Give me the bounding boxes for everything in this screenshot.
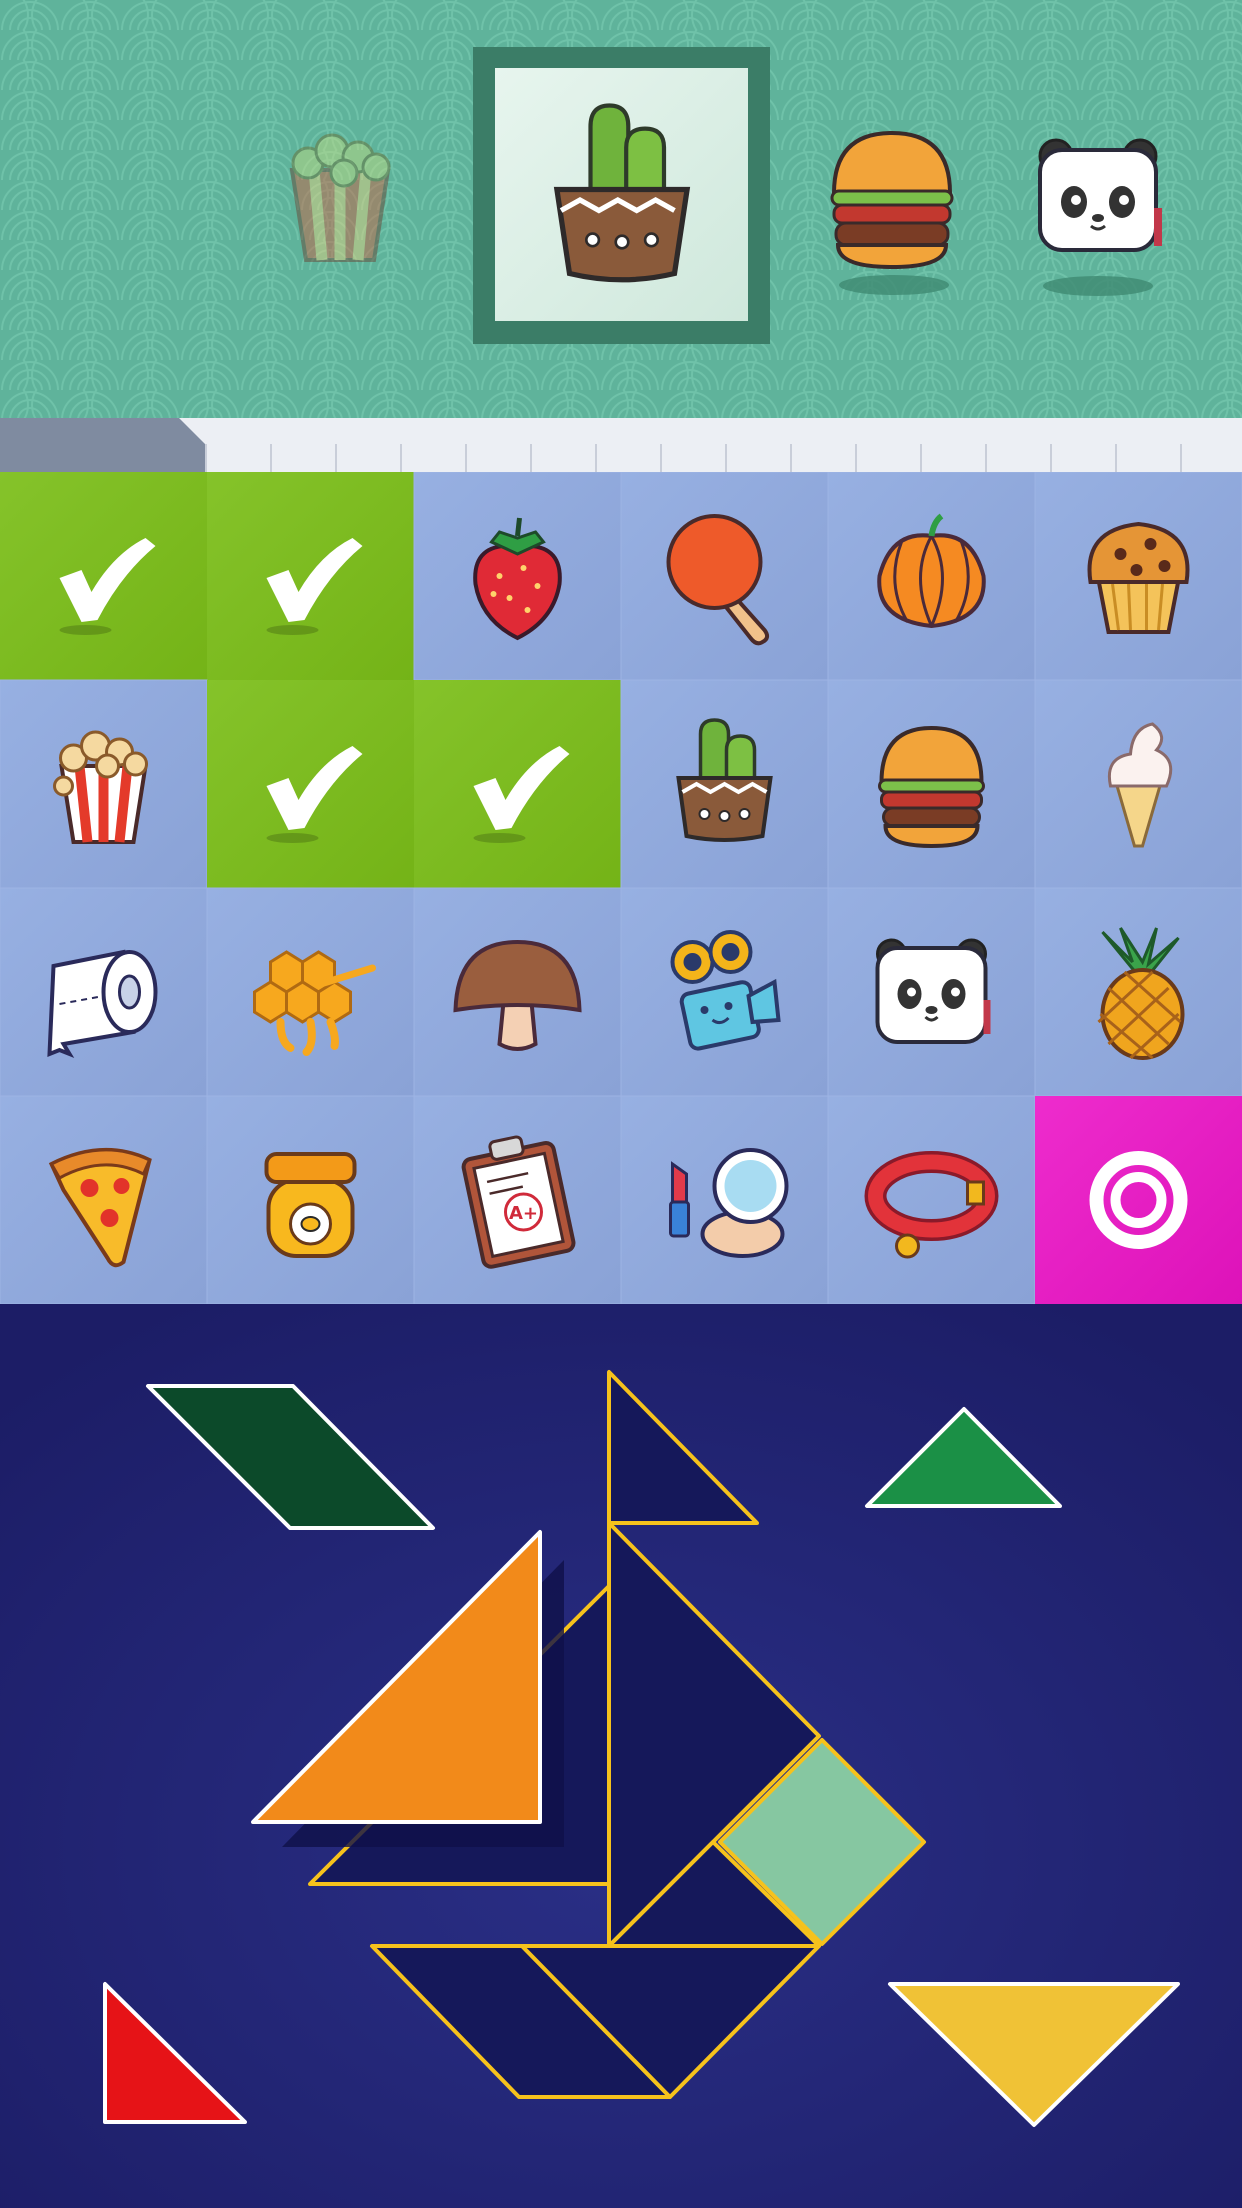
tangram-board bbox=[0, 1304, 1242, 2208]
grid-cell-toilet-paper-12[interactable] bbox=[0, 887, 208, 1097]
grid-cell-pineapple-17[interactable] bbox=[1034, 887, 1242, 1097]
grid-cell-strawberry-2[interactable] bbox=[413, 472, 622, 681]
grid-cell-cactus-9[interactable] bbox=[620, 679, 829, 889]
grid-cell-check-8[interactable] bbox=[414, 680, 621, 888]
burger-icon bbox=[830, 130, 954, 270]
muffin-icon bbox=[1087, 522, 1190, 634]
grid-cell-mushroom-14[interactable] bbox=[413, 887, 622, 1097]
grid-cell-check-1[interactable] bbox=[207, 472, 414, 680]
grid-cell-honeycomb-13[interactable] bbox=[206, 887, 415, 1097]
progress-bar bbox=[0, 418, 1242, 472]
grid-cell-check-7[interactable] bbox=[207, 680, 414, 888]
grid-cell-burger-10[interactable] bbox=[827, 679, 1036, 889]
burger-icon bbox=[877, 726, 986, 848]
panda-icon bbox=[1038, 138, 1162, 252]
progress-fill bbox=[0, 418, 205, 472]
grid-cell-check-0[interactable] bbox=[0, 472, 207, 680]
popcorn-icon bbox=[289, 133, 391, 262]
grid-cell-honey-jar-19[interactable] bbox=[206, 1095, 415, 1304]
grid-cell-pumpkin-4[interactable] bbox=[827, 472, 1036, 681]
grid-cell-ice-cream-11[interactable] bbox=[1034, 679, 1242, 889]
top-tray bbox=[0, 0, 1242, 418]
grid-cell-camera-15[interactable] bbox=[620, 887, 829, 1097]
grid-cell-ring-23[interactable] bbox=[1035, 1096, 1242, 1304]
grid-cell-clipboard-20[interactable] bbox=[413, 1095, 622, 1304]
grid-cell-muffin-5[interactable] bbox=[1034, 472, 1242, 681]
tray-item-popcorn[interactable] bbox=[289, 133, 391, 262]
grid-cell-pizza-18[interactable] bbox=[0, 1095, 208, 1304]
grid-cell-pet-collar-22[interactable] bbox=[827, 1095, 1036, 1304]
grid-cell-ping-pong-paddle-3[interactable] bbox=[620, 472, 829, 681]
icon-grid bbox=[0, 472, 1242, 1304]
grid-cell-popcorn-6[interactable] bbox=[0, 679, 208, 889]
panda-icon bbox=[875, 938, 993, 1044]
honey-jar-icon bbox=[264, 1152, 357, 1258]
grid-cell-makeup-21[interactable] bbox=[620, 1095, 829, 1304]
tray-item-cactus-selected[interactable] bbox=[473, 47, 770, 344]
grid-cell-panda-16[interactable] bbox=[827, 887, 1036, 1097]
